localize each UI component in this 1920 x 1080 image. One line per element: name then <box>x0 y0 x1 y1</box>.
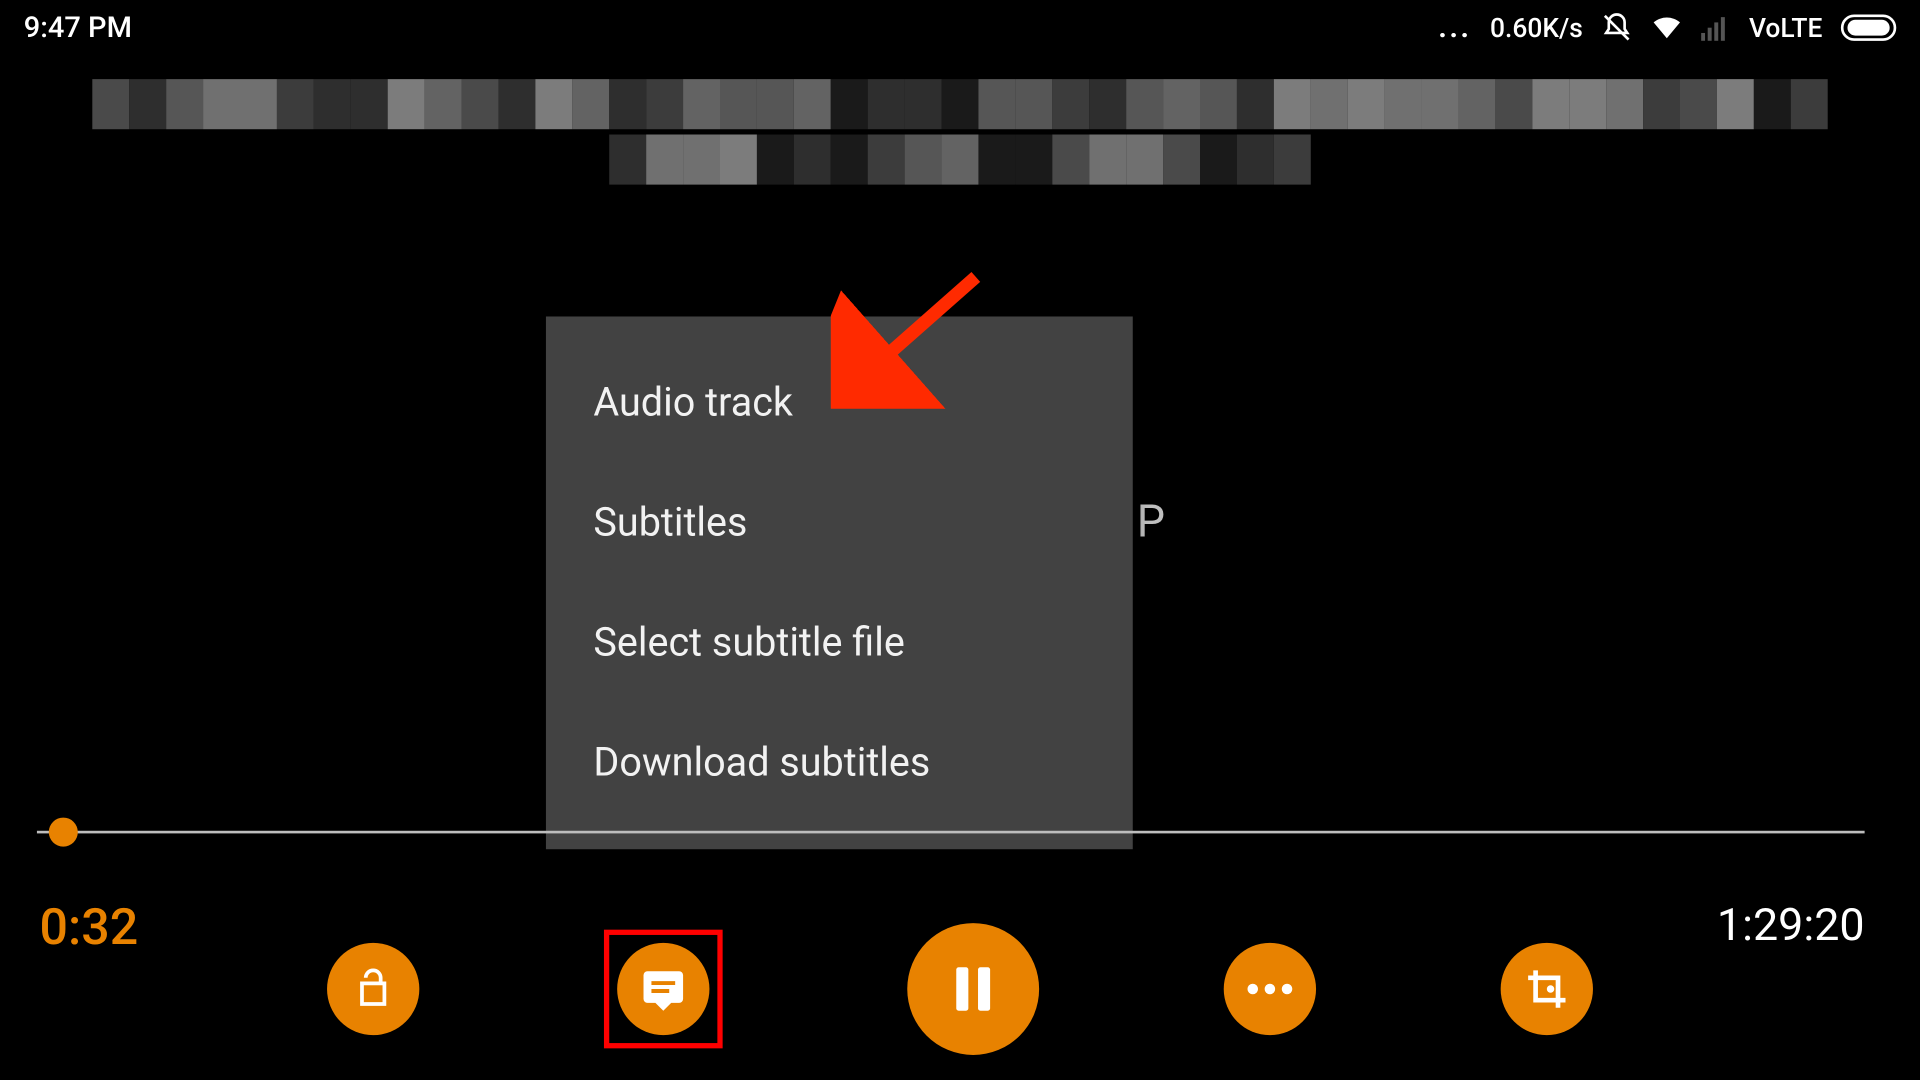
pause-icon <box>944 960 1002 1018</box>
crop-aspect-button[interactable] <box>1501 943 1593 1035</box>
more-horizontal-icon <box>1245 981 1295 997</box>
crop-icon <box>1524 967 1569 1012</box>
status-more-icon: ... <box>1438 11 1471 44</box>
annotation-highlight-box <box>604 930 723 1049</box>
subtitles-icon <box>640 965 687 1012</box>
play-pause-button[interactable] <box>907 923 1039 1055</box>
lock-button[interactable] <box>327 943 419 1035</box>
video-title-censored <box>79 79 1841 211</box>
menu-item-subtitles[interactable]: Subtitles <box>546 463 1133 583</box>
seek-thumb[interactable] <box>49 818 78 847</box>
background-text-fragment: P <box>1137 496 1165 549</box>
bell-mute-icon <box>1601 12 1633 44</box>
menu-item-download-subtitles[interactable]: Download subtitles <box>546 703 1133 823</box>
lock-open-icon <box>351 967 396 1012</box>
wifi-icon <box>1651 15 1683 41</box>
playback-controls <box>0 923 1920 1055</box>
subtitles-button[interactable] <box>617 943 709 1035</box>
battery-icon <box>1841 15 1896 41</box>
status-right: ... 0.60K/s VoL <box>1438 11 1896 44</box>
more-options-button[interactable] <box>1224 943 1316 1035</box>
menu-item-audio-track[interactable]: Audio track <box>546 343 1133 463</box>
subtitle-audio-menu: Audio track Subtitles Select subtitle fi… <box>546 316 1133 849</box>
status-volte: VoLTE <box>1749 12 1822 44</box>
status-time: 9:47 PM <box>24 11 132 44</box>
seek-bar[interactable] <box>37 831 1865 834</box>
menu-item-select-subtitle-file[interactable]: Select subtitle file <box>546 583 1133 703</box>
status-bar: 9:47 PM ... 0.60K/s <box>0 8 1920 48</box>
status-data-rate: 0.60K/s <box>1490 12 1583 44</box>
signal-icon <box>1702 15 1731 41</box>
